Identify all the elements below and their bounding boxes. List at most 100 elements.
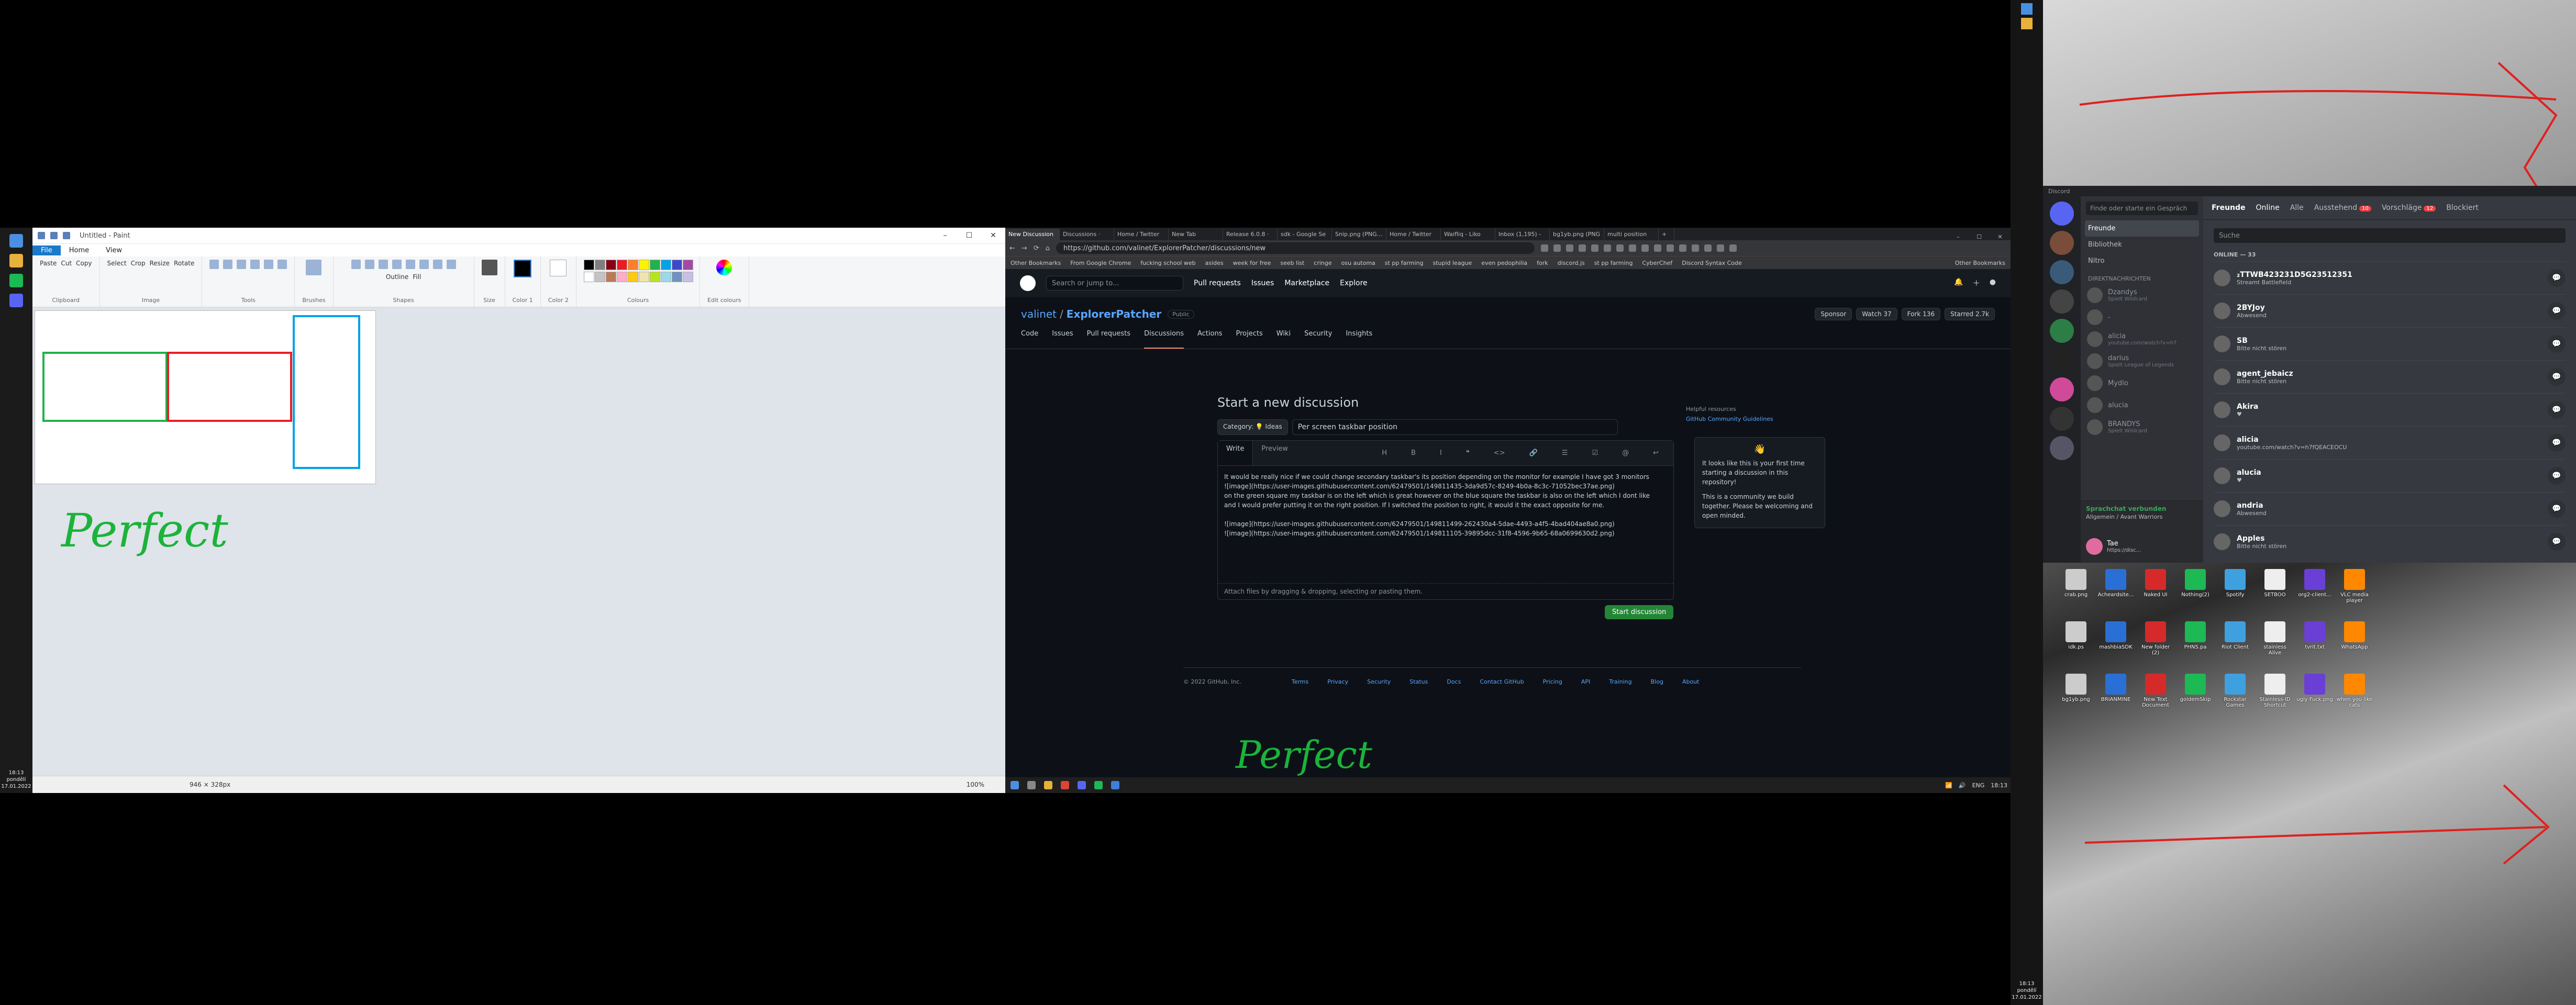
oval-shape-icon[interactable] — [378, 260, 388, 269]
palette-swatch[interactable] — [650, 272, 661, 282]
friend-row[interactable]: agent_jebaicz Bitte nicht stören 💬 — [2214, 360, 2566, 393]
bookmark-item[interactable]: stupid league — [1433, 260, 1472, 266]
nav-pull-requests[interactable]: Pull requests — [1194, 279, 1241, 287]
tab-pull-requests[interactable]: Pull requests — [1087, 330, 1130, 349]
tab-security[interactable]: Security — [1304, 330, 1332, 349]
repo-name-link[interactable]: ExplorerPatcher — [1067, 308, 1161, 320]
extension-icon[interactable] — [1565, 244, 1573, 252]
palette-swatch[interactable] — [672, 260, 683, 270]
zoom-level[interactable]: 100% — [967, 781, 984, 788]
sponsor-button[interactable]: Sponsor — [1815, 308, 1852, 320]
diamond-shape-icon[interactable] — [432, 260, 442, 269]
quote-icon[interactable]: ❝ — [1458, 445, 1478, 461]
tab-issues[interactable]: Issues — [1052, 330, 1073, 349]
group-brushes[interactable]: Brushes — [295, 256, 334, 307]
server-icon[interactable] — [2050, 436, 2074, 460]
title-input[interactable]: Per screen taskbar position — [1292, 419, 1618, 435]
extension-icon[interactable] — [1666, 244, 1674, 252]
text-icon[interactable] — [237, 260, 247, 269]
palette-swatch[interactable] — [628, 272, 639, 282]
browser-tab[interactable]: bg1yb.png (PNG — [1550, 229, 1604, 240]
tab-online[interactable]: Online — [2256, 204, 2280, 212]
desktop-icon[interactable]: crab.png — [2058, 569, 2094, 598]
browser-tab[interactable]: Discussions · — [1060, 229, 1114, 240]
desktop-icon[interactable]: Stainless-ID Shortcut — [2257, 674, 2293, 708]
browser-tab[interactable]: multi position — [1604, 229, 1659, 240]
message-icon[interactable]: 💬 — [2548, 467, 2566, 485]
mention-icon[interactable]: @ — [1614, 445, 1637, 461]
resize-button[interactable]: Resize — [150, 260, 170, 267]
desktop-icon[interactable]: mashbiaSDK — [2097, 621, 2134, 650]
crop-button[interactable]: Crop — [131, 260, 146, 267]
palette-swatch[interactable] — [584, 272, 595, 282]
picker-icon[interactable] — [264, 260, 274, 269]
desktop-icon[interactable]: VLC media player — [2336, 569, 2373, 604]
spotify-icon[interactable] — [9, 274, 23, 287]
bookmark-item[interactable]: fucking school web — [1140, 260, 1195, 266]
extension-icon[interactable] — [1553, 244, 1561, 252]
friend-row[interactable]: Apples Bitte nicht stören 💬 — [2214, 525, 2566, 558]
tab-file[interactable]: File — [32, 245, 61, 255]
close-icon[interactable]: ✕ — [981, 231, 1005, 240]
maximize-icon[interactable]: ☐ — [1969, 233, 1990, 240]
magnifier-icon[interactable] — [277, 260, 287, 269]
nav-nitro[interactable]: Nitro — [2081, 253, 2203, 269]
friend-row[interactable]: andria Abwesend 💬 — [2214, 492, 2566, 525]
dm-search[interactable]: Finde oder starte ein Gespräch — [2086, 202, 2198, 215]
reply-icon[interactable]: ↩ — [1645, 445, 1667, 461]
palette-swatch[interactable] — [650, 260, 661, 270]
tab-preview[interactable]: Preview — [1253, 441, 1296, 465]
extension-icon[interactable] — [1628, 244, 1636, 252]
friend-row[interactable]: alicia youtube.com/watch?v=h7fQEACEOCU 💬 — [2214, 426, 2566, 459]
tab-blocked[interactable]: Blockiert — [2446, 204, 2479, 212]
github-search[interactable]: Search or jump to... — [1046, 276, 1183, 291]
tab-write[interactable]: Write — [1218, 441, 1253, 465]
palette-swatch[interactable] — [639, 272, 650, 282]
group-size[interactable]: Size — [474, 256, 505, 307]
message-icon[interactable]: 💬 — [2548, 533, 2566, 551]
line-shape-icon[interactable] — [351, 260, 361, 269]
voice-channel[interactable]: Allgemein / Avant Warriors — [2081, 513, 2203, 520]
footer-link[interactable]: Privacy — [1327, 678, 1348, 685]
tab-discussions[interactable]: Discussions — [1144, 330, 1184, 349]
browser-tab[interactable]: Home / Twitter — [1114, 229, 1169, 240]
bookmark-item[interactable]: week for free — [1233, 260, 1271, 266]
paste-button[interactable]: Paste — [40, 260, 57, 267]
bookmark-item[interactable]: st pp farming — [1594, 260, 1633, 266]
edit-colours-button[interactable]: Edit colours — [700, 256, 749, 307]
palette-swatch[interactable] — [661, 272, 672, 282]
desktop-icon[interactable]: Riot Client — [2217, 621, 2253, 650]
extension-icon[interactable] — [1679, 244, 1686, 252]
friend-row[interactable]: 2BYJoy Abwesend 💬 — [2214, 294, 2566, 327]
footer-link[interactable]: About — [1682, 678, 1700, 685]
explorer-icon[interactable] — [9, 254, 23, 267]
desktop-icon[interactable]: New Text Document — [2137, 674, 2174, 708]
desktop-icon[interactable]: Acheardsite... — [2097, 569, 2134, 598]
desktop-icon[interactable]: PHNS.pa — [2177, 621, 2214, 650]
desktop-icon[interactable]: ugly Fuck.png — [2296, 674, 2333, 702]
palette-swatch[interactable] — [617, 260, 628, 270]
chrome-icon[interactable] — [1061, 781, 1069, 789]
repo-owner-link[interactable]: valinet — [1021, 308, 1057, 320]
extension-icon[interactable] — [1540, 244, 1548, 252]
undo-icon[interactable] — [50, 232, 58, 239]
bookmark-item[interactable]: cringe — [1314, 260, 1331, 266]
copy-button[interactable]: Copy — [76, 260, 92, 267]
tab-projects[interactable]: Projects — [1236, 330, 1262, 349]
discord-icon[interactable] — [9, 294, 23, 307]
nav-friends[interactable]: Freunde — [2085, 220, 2199, 237]
taskbar-clock[interactable]: 18:13 pondělí 17.01.2022 — [2011, 980, 2043, 1001]
tab-actions[interactable]: Actions — [1197, 330, 1223, 349]
desktop-icon[interactable]: Nothing(2) — [2177, 569, 2214, 598]
browser-tab[interactable]: sdk - Google Se — [1278, 229, 1332, 240]
close-icon[interactable]: ✕ — [1990, 233, 2011, 240]
bookmark-item[interactable]: osu automa — [1341, 260, 1375, 266]
extension-icon[interactable] — [1716, 244, 1724, 252]
footer-link[interactable]: Docs — [1447, 678, 1461, 685]
nav-marketplace[interactable]: Marketplace — [1284, 279, 1329, 287]
desktop-icon[interactable]: bg1yb.png — [2058, 674, 2094, 702]
start-discussion-button[interactable]: Start discussion — [1605, 605, 1674, 619]
footer-link[interactable]: Security — [1367, 678, 1391, 685]
tray-clock[interactable]: 18:13 — [1991, 782, 2007, 789]
minimize-icon[interactable]: – — [933, 231, 957, 240]
